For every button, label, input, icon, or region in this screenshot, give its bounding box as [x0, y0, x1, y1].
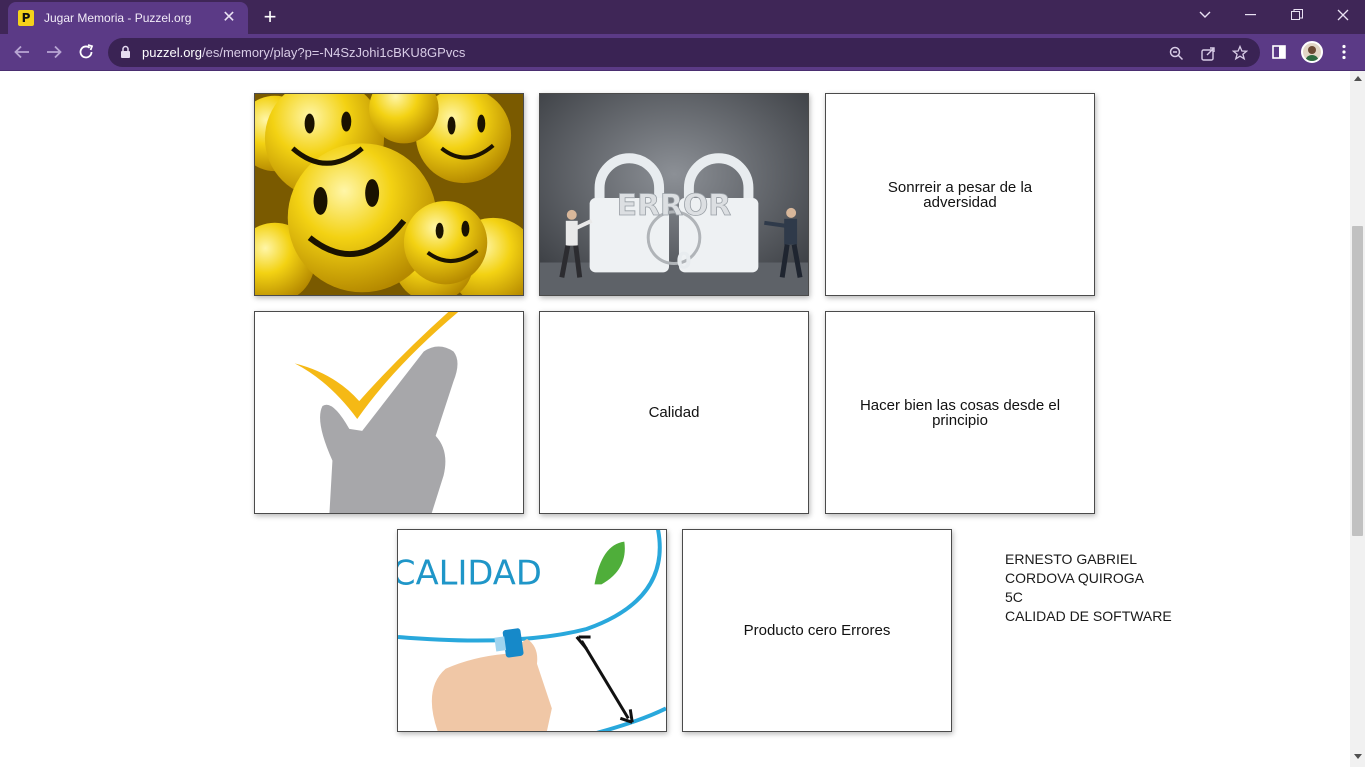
memory-card-calidad[interactable]: CALIDAD	[397, 529, 667, 732]
student-name-line: ERNESTO GABRIEL	[1005, 551, 1138, 567]
url-text[interactable]: puzzel.org/es/memory/play?p=-N4SzJohi1cB…	[142, 45, 465, 60]
reload-icon	[79, 44, 94, 59]
minimize-icon	[1245, 14, 1256, 16]
memory-card-text[interactable]: Calidad	[539, 311, 809, 514]
restore-icon	[1291, 9, 1303, 20]
arrow-left-icon	[14, 45, 29, 59]
card-text: Hacer bien las cosas desde el principio	[859, 396, 1061, 429]
tab-search-button[interactable]	[1182, 0, 1228, 30]
calidad-handwritten-text: CALIDAD	[398, 553, 542, 592]
tab-close-icon[interactable]: ✕	[220, 9, 238, 27]
memory-card-smileys[interactable]	[254, 93, 524, 296]
forward-button[interactable]	[41, 39, 67, 65]
close-window-button[interactable]	[1320, 0, 1365, 30]
card-text: Calidad	[648, 404, 700, 421]
arrow-right-icon	[47, 45, 62, 59]
profile-button[interactable]	[1299, 39, 1325, 65]
scrollbar-thumb[interactable]	[1352, 226, 1363, 536]
page-scrollbar[interactable]	[1350, 71, 1365, 767]
student-group-line: 5C	[1005, 589, 1023, 605]
student-course-line: CALIDAD DE SOFTWARE	[1005, 608, 1172, 624]
side-panel-icon	[1272, 45, 1286, 59]
calidad-marker-image: CALIDAD	[398, 530, 666, 731]
scroll-down-icon[interactable]	[1354, 754, 1362, 759]
scroll-up-icon[interactable]	[1354, 76, 1362, 81]
chevron-down-icon	[1199, 11, 1211, 18]
url-host: puzzel.org	[142, 45, 202, 60]
zoom-button[interactable]	[1166, 43, 1186, 63]
browser-toolbar: puzzel.org/es/memory/play?p=-N4SzJohi1cB…	[0, 34, 1365, 71]
memory-card-checkmark[interactable]	[254, 311, 524, 514]
card-text: Sonrreir a pesar de la adversidad	[887, 178, 1033, 211]
lock-icon[interactable]	[120, 45, 131, 59]
address-bar[interactable]: puzzel.org/es/memory/play?p=-N4SzJohi1cB…	[108, 38, 1260, 67]
student-surname-line: CORDOVA QUIROGA	[1005, 570, 1144, 586]
new-tab-button[interactable]: +	[258, 5, 282, 29]
bookmark-button[interactable]	[1230, 43, 1250, 63]
padlock-word: ERROR	[617, 188, 731, 223]
menu-button[interactable]	[1331, 39, 1357, 65]
memory-card-text[interactable]: Producto cero Errores	[682, 529, 952, 732]
tab-puzzel[interactable]: P Jugar Memoria - Puzzel.org ✕	[8, 2, 248, 34]
url-path: /es/memory/play?p=-N4SzJohi1cBKU8GPvcs	[201, 45, 466, 60]
minimize-button[interactable]	[1228, 0, 1274, 30]
error-padlock-image: ERROR 0	[540, 94, 808, 295]
more-vertical-icon	[1342, 44, 1346, 60]
memory-game-page: ERROR 0 Sonrreir a pesar de la adversida…	[0, 71, 1350, 767]
reload-button[interactable]	[73, 39, 99, 65]
avatar	[1301, 41, 1323, 63]
checkmark-hand-image	[255, 312, 523, 513]
memory-card-text[interactable]: Hacer bien las cosas desde el principio	[825, 311, 1095, 514]
star-icon	[1232, 45, 1248, 61]
browser-window: P Jugar Memoria - Puzzel.org ✕ + puzzel.…	[0, 0, 1365, 767]
side-panel-button[interactable]	[1266, 39, 1292, 65]
student-info: ERNESTO GABRIEL CORDOVA QUIROGA 5C CALID…	[1005, 550, 1172, 626]
card-text: Producto cero Errores	[743, 622, 891, 639]
tab-strip: P Jugar Memoria - Puzzel.org ✕ +	[0, 0, 1365, 34]
memory-card-text[interactable]: Sonrreir a pesar de la adversidad	[825, 93, 1095, 296]
puzzel-favicon-icon: P	[18, 10, 34, 26]
tab-title: Jugar Memoria - Puzzel.org	[44, 11, 192, 25]
close-icon	[1337, 9, 1349, 21]
share-icon	[1200, 46, 1215, 61]
share-button[interactable]	[1198, 43, 1218, 63]
restore-button[interactable]	[1274, 0, 1320, 30]
memory-card-error-padlock[interactable]: ERROR 0	[539, 93, 809, 296]
padlock-digit: 0	[676, 249, 691, 274]
zoom-icon	[1169, 46, 1183, 60]
smiley-balls-image	[255, 94, 523, 295]
back-button[interactable]	[9, 39, 35, 65]
